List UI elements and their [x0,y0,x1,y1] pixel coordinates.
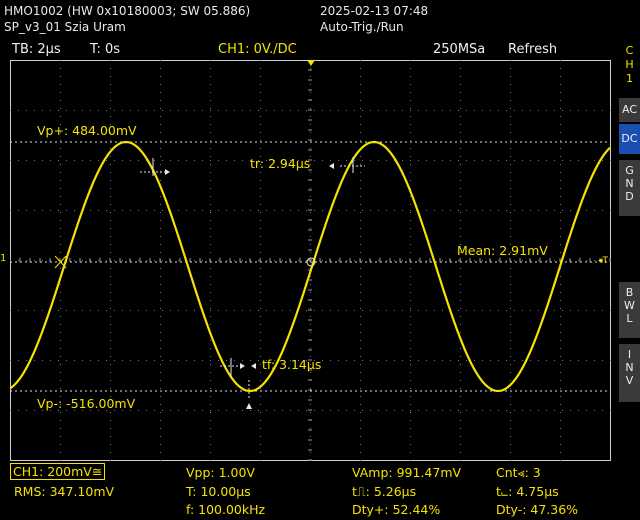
trigger-position-marker[interactable] [307,60,315,66]
device-info: HMO1002 (HW 0x10180003; SW 05.886) [4,4,251,18]
trigger-time-readout[interactable]: T: 0s [90,42,120,58]
ch1-scale-readout[interactable]: CH1: 200mV≅ [10,463,106,480]
pos-pulse-width-readout: t⎍: 5.26µs [352,484,417,499]
side-letter: I [627,348,632,361]
vamp-readout: VAmp: 991.47mV [352,465,462,480]
datetime: 2025-02-13 07:48 [320,4,429,18]
vp-plus-label: Vp+: 484.00mV [37,123,137,138]
side-letter: C [625,44,634,57]
waveform-display[interactable]: Vp+: 484.00mV Vp-: -516.00mV Mean: 2.91m… [10,60,612,462]
side-letter: L [626,312,633,325]
period-readout: T: 10.00µs [186,484,251,499]
side-letter: D [625,190,634,203]
ch1-scale-text: CH1: 200mV≅ [10,463,106,480]
side-letter: N [625,177,634,190]
acquisition-mode[interactable]: Refresh [508,42,557,58]
neg-pulse-width-readout: t⨽: 4.75µs [496,484,559,499]
ch1-waveform [10,140,611,393]
timebase-readout[interactable]: TB: 2µs [12,42,61,58]
bandwidth-limit-button[interactable]: B W L [619,282,640,338]
side-letter: W [624,299,635,312]
neg-duty-readout: Dty-: 47.36% [496,502,579,517]
sample-rate-readout: 250MSa [433,42,486,57]
side-letter: N [625,361,634,374]
invert-button[interactable]: I N V [619,344,640,402]
setup-name: SP_v3_01 Szia Uram [4,20,126,34]
rise-fall-markers [140,157,365,409]
side-letter: G [625,164,634,177]
pos-duty-readout: Dty+: 52.44% [352,502,441,517]
side-menu-channel-title: C H 1 [619,44,640,90]
rms-readout: RMS: 347.10mV [14,484,115,499]
side-letter: 1 [626,72,633,85]
side-letter: H [625,58,634,71]
count-readout: Cnt⪡: 3 [496,465,541,480]
fall-time-label: tf: 3.14µs [262,357,321,372]
coupling-dc-button[interactable]: DC [619,124,640,154]
coupling-ac-button[interactable]: AC [619,98,640,122]
trigger-mode: Auto-Trig./Run [320,20,404,34]
trigger-level-letter: T [602,256,609,266]
coupling-gnd-button[interactable]: G N D [619,160,640,216]
vpp-readout: Vpp: 1.00V [186,465,255,480]
side-letter: V [625,374,634,387]
ch1-ground-marker[interactable]: 1 [0,253,6,264]
side-letter: B [625,286,634,299]
trigger-level-marker[interactable]: ◂T [598,256,608,266]
rise-time-label: tr: 2.94µs [250,156,310,171]
vp-minus-label: Vp-: -516.00mV [37,396,136,411]
frequency-readout: f: 100.00kHz [186,502,266,517]
mean-label: Mean: 2.91mV [457,243,548,258]
channel-readout[interactable]: CH1: 0V./DC [218,42,297,58]
